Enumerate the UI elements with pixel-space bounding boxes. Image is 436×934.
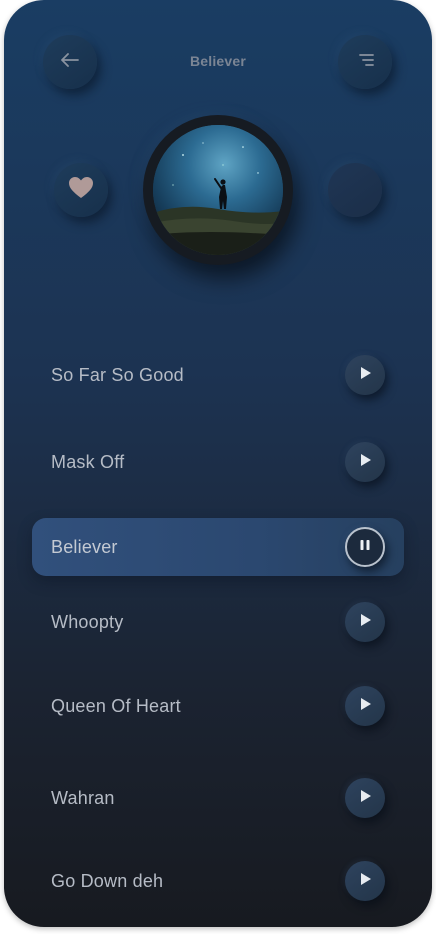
album-art-frame — [143, 115, 293, 265]
play-button[interactable] — [345, 861, 385, 901]
list-item[interactable]: So Far So Good — [4, 346, 432, 404]
album-art — [153, 125, 283, 255]
heart-icon — [68, 176, 94, 205]
play-icon — [358, 872, 372, 891]
menu-button[interactable] — [338, 35, 392, 89]
play-button[interactable] — [345, 355, 385, 395]
track-title: Wahran — [51, 788, 115, 808]
track-title: Mask Off — [51, 452, 125, 472]
pause-button[interactable] — [345, 527, 385, 567]
secondary-button[interactable] — [328, 163, 382, 217]
list-item[interactable]: Whoopty — [4, 593, 432, 651]
track-title: Whoopty — [51, 612, 124, 632]
play-icon — [358, 697, 372, 716]
play-button[interactable] — [345, 442, 385, 482]
menu-lines-icon — [356, 53, 374, 72]
play-icon — [358, 789, 372, 808]
list-item[interactable]: Wahran — [4, 769, 432, 827]
like-button[interactable] — [54, 163, 108, 217]
list-item[interactable]: Mask Off — [4, 433, 432, 491]
player-screen: Believer So Far So Good Mask Off Believe… — [4, 0, 432, 927]
play-button[interactable] — [345, 602, 385, 642]
play-icon — [358, 366, 372, 385]
pause-icon — [358, 538, 372, 557]
list-item[interactable]: Queen Of Heart — [4, 677, 432, 735]
track-title: Go Down deh — [51, 871, 164, 891]
list-item-active[interactable]: Believer — [4, 518, 432, 576]
track-title: Believer — [51, 537, 118, 557]
night-sky-album-art — [153, 125, 283, 255]
track-title: Queen Of Heart — [51, 696, 181, 716]
play-icon — [358, 613, 372, 632]
track-title: So Far So Good — [51, 365, 184, 385]
play-icon — [358, 453, 372, 472]
play-button[interactable] — [345, 686, 385, 726]
list-item[interactable]: Go Down deh — [4, 852, 432, 910]
play-button[interactable] — [345, 778, 385, 818]
